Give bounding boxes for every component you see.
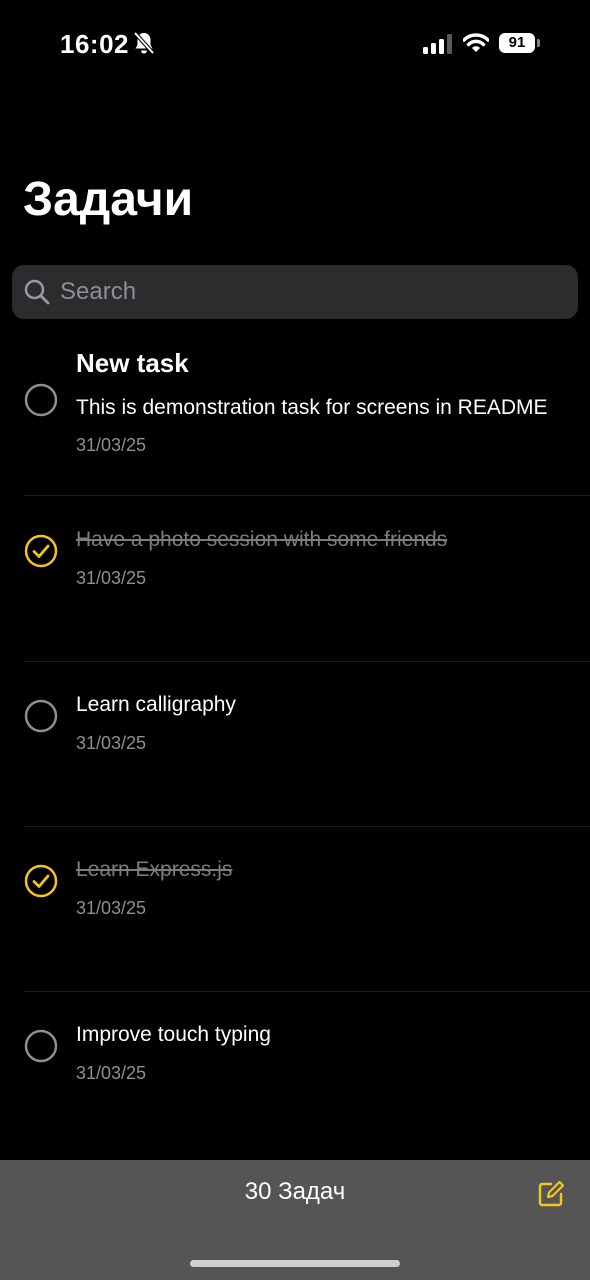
compose-new-task-button[interactable] [537, 1180, 565, 1213]
circle-unchecked-icon[interactable] [24, 383, 58, 417]
task-date: 31/03/25 [76, 733, 147, 753]
task-date: 31/03/25 [76, 435, 147, 455]
cellular-signal-icon [423, 34, 453, 59]
task-date: 31/03/25 [76, 898, 147, 918]
task-text: Learn calligraphy [76, 693, 236, 716]
circle-unchecked-icon[interactable] [24, 699, 58, 733]
search-bar[interactable] [12, 265, 578, 319]
task-date: 31/03/25 [76, 568, 147, 588]
task-item[interactable]: New task This is demonstration task for … [0, 335, 590, 495]
task-item[interactable]: Learn Express.js 31/03/25 [0, 827, 590, 992]
task-count: 30 Задач [244, 1178, 346, 1205]
task-text: Have a photo session with some friends [76, 528, 448, 551]
task-item[interactable]: Improve touch typing 31/03/25 [0, 992, 590, 1157]
page-title: Задачи [23, 173, 194, 226]
compose-icon [538, 1180, 565, 1207]
battery-level: 91 [499, 33, 535, 53]
circle-checked-icon[interactable] [24, 534, 58, 568]
bottom-toolbar: 30 Задач [0, 1160, 590, 1280]
task-text: Learn Express.js [76, 858, 233, 881]
task-text: Improve touch typing [76, 1023, 271, 1046]
bell-muted-icon [133, 31, 155, 60]
circle-unchecked-icon[interactable] [24, 1029, 58, 1063]
task-title: New task [76, 348, 189, 378]
task-date: 31/03/25 [76, 1063, 147, 1083]
task-text: This is demonstration task for screens i… [76, 396, 548, 419]
task-item[interactable]: Have a photo session with some friends 3… [0, 496, 590, 661]
status-bar: 16:02 91 [0, 0, 590, 88]
search-input[interactable] [60, 265, 560, 319]
task-item[interactable]: Learn calligraphy 31/03/25 [0, 662, 590, 827]
status-time: 16:02 [60, 29, 129, 59]
battery-cap-icon [537, 39, 540, 47]
home-indicator[interactable] [190, 1260, 400, 1267]
search-icon [24, 279, 50, 310]
wifi-icon [462, 32, 490, 59]
circle-checked-icon[interactable] [24, 864, 58, 898]
